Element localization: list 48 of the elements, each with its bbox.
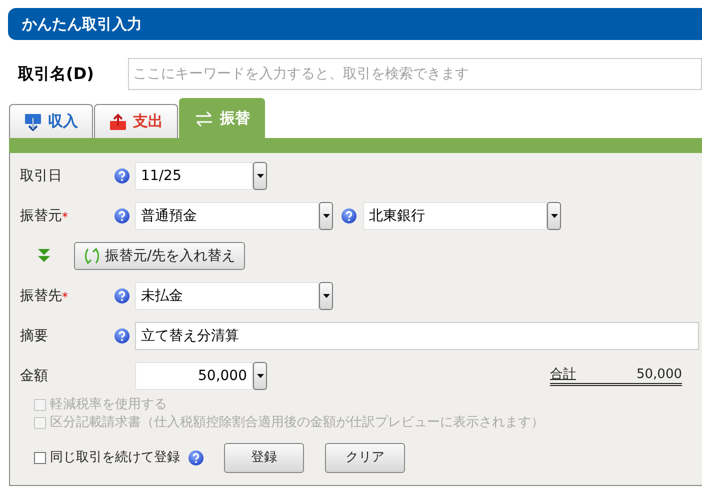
caret-icon [322, 214, 330, 218]
required-mark: * [62, 208, 68, 226]
double-down-arrow-icon [38, 249, 50, 263]
tab[interactable]: 支出 [94, 104, 178, 138]
field-label: 振替元 [20, 206, 62, 226]
help-icon[interactable] [114, 208, 130, 224]
total-label: 合計 [550, 366, 576, 383]
caret-icon [550, 214, 558, 218]
checkbox-label: 同じ取引を続けて登録 [50, 449, 180, 468]
download-icon [24, 112, 42, 130]
amount-field[interactable]: 50,000 [135, 362, 253, 390]
action-button[interactable]: クリア [325, 443, 405, 473]
dropdown-button[interactable] [319, 202, 333, 230]
caret-icon [322, 294, 330, 298]
swap-button[interactable]: 振替元/先を入れ替え [74, 242, 245, 270]
select-field[interactable]: 普通預金 [135, 202, 319, 230]
search-label: 取引名(D) [18, 63, 95, 85]
checkbox-label: 区分記載請求書（仕入税額控除割合適用後の金額が仕訳プレビューに表示されます） [50, 414, 544, 432]
help-icon[interactable] [341, 208, 357, 224]
field-label: 振替先 [20, 286, 62, 306]
select-field[interactable]: 北東銀行 [363, 202, 547, 230]
field-label: 取引日 [20, 166, 62, 186]
checkbox[interactable] [34, 452, 46, 464]
select-field[interactable]: 未払金 [135, 282, 319, 310]
select-field[interactable]: 11/25 [135, 162, 253, 190]
field-label: 摘要 [20, 326, 48, 346]
dropdown-button[interactable] [253, 362, 267, 390]
swap-arrows-icon [83, 247, 101, 265]
action-button[interactable]: 登録 [224, 443, 304, 473]
field-label: 金額 [20, 366, 48, 386]
memo-field[interactable]: 立て替え分清算 [135, 322, 699, 350]
help-icon[interactable] [114, 328, 130, 344]
help-icon[interactable] [188, 450, 204, 466]
checkbox-label: 軽減税率を使用する [50, 396, 167, 414]
dropdown-button[interactable] [319, 282, 333, 310]
swap-arrows-icon [194, 110, 214, 128]
caret-icon [256, 374, 264, 378]
dropdown-button[interactable] [547, 202, 561, 230]
help-icon[interactable] [114, 288, 130, 304]
caret-icon [256, 174, 264, 178]
dropdown-button[interactable] [253, 162, 267, 190]
window-title: かんたん取引入力 [22, 14, 142, 35]
total-value: 50,000 [636, 366, 682, 383]
help-icon[interactable] [114, 168, 130, 184]
tab[interactable]: 収入 [9, 104, 93, 138]
upload-icon [109, 112, 127, 130]
required-mark: * [62, 288, 68, 306]
search-field[interactable]: ここにキーワードを入力すると、取引を検索できます [128, 58, 702, 90]
